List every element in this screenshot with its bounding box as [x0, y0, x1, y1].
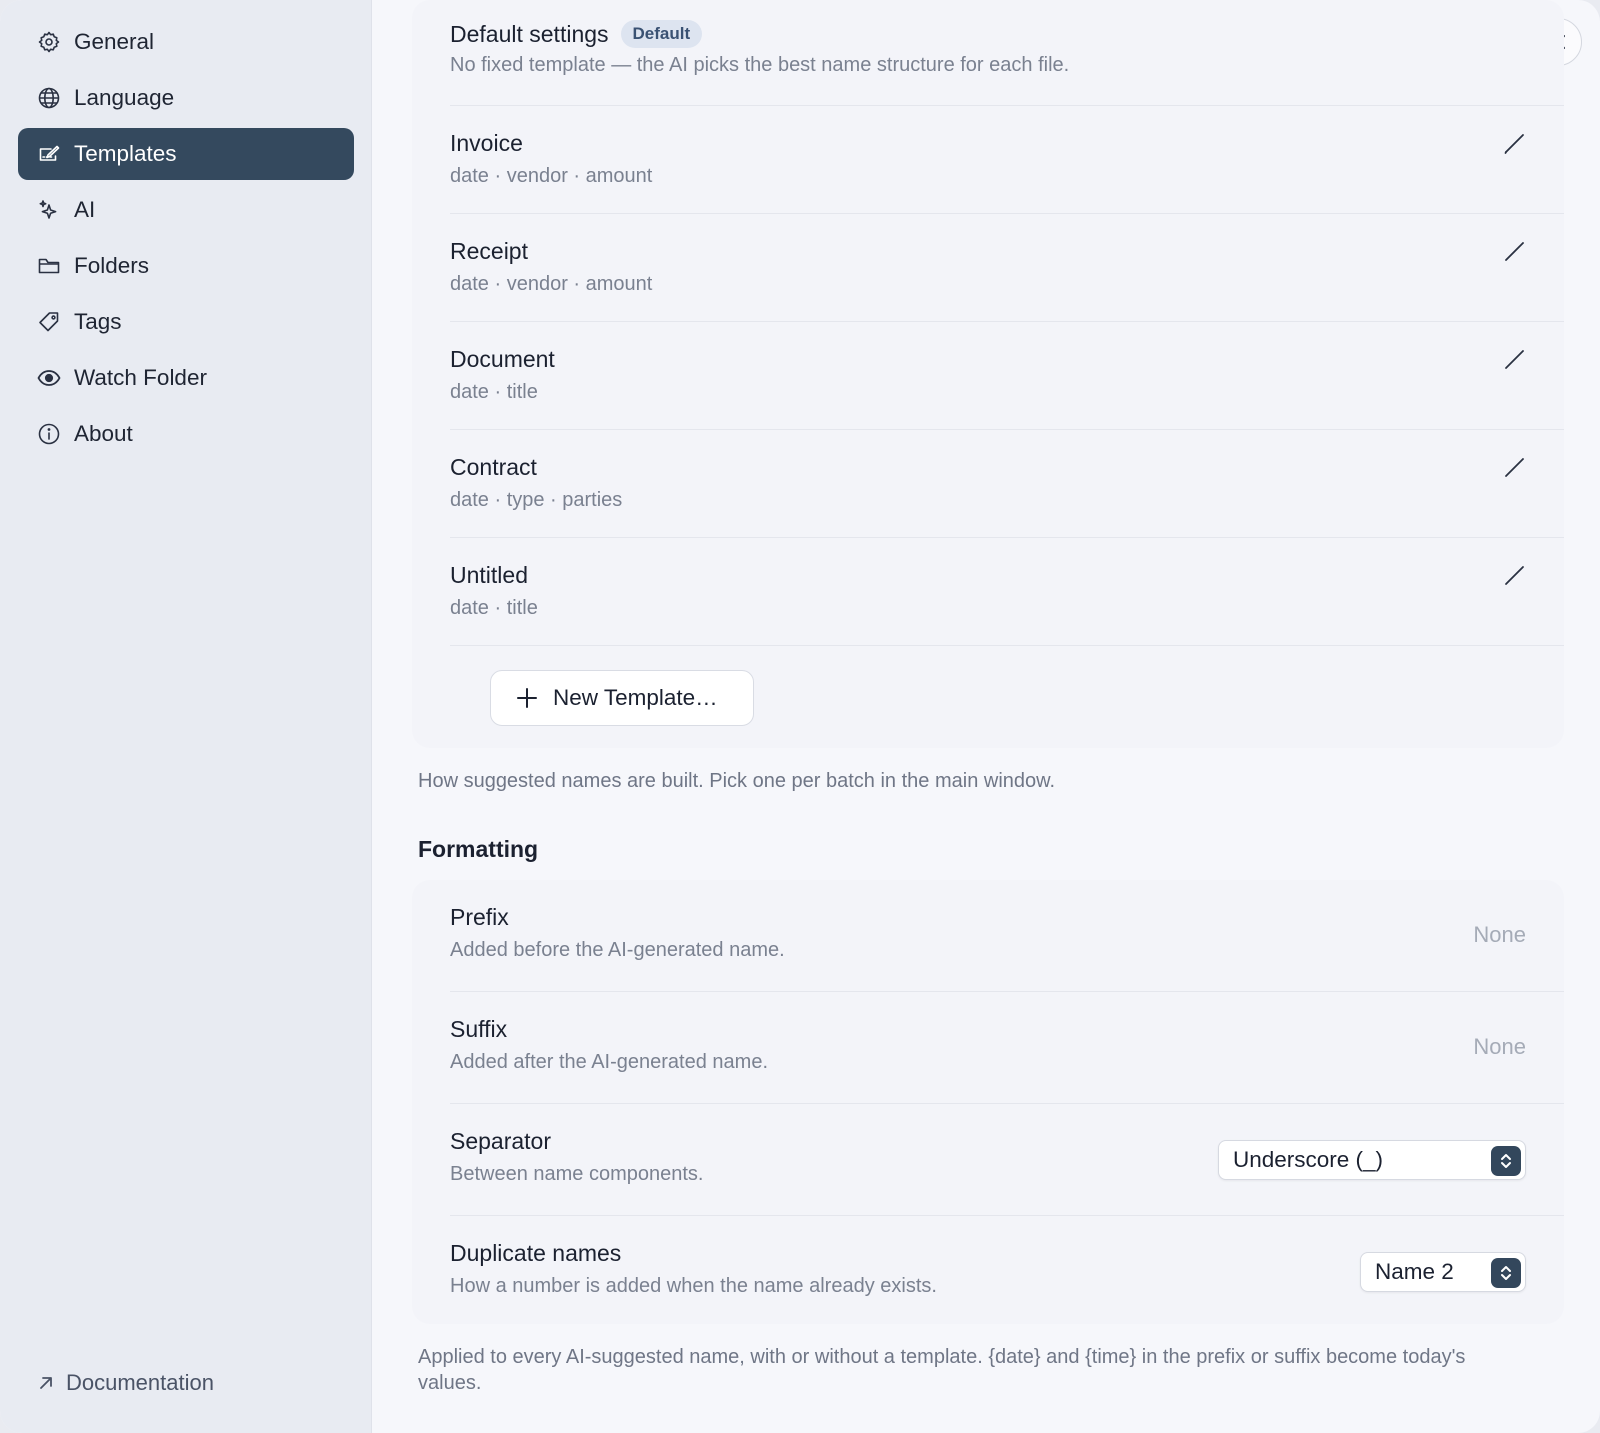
template-fields: date · title	[450, 597, 538, 619]
template-fields: date · type · parties	[450, 489, 623, 511]
sidebar: General Language Templates AI Folders Ta…	[0, 0, 372, 1433]
folder-icon	[36, 253, 62, 279]
sidebar-item-label: Templates	[74, 141, 177, 166]
formatting-card: Prefix Added before the AI-generated nam…	[412, 880, 1564, 1324]
separator-value: Underscore (_)	[1233, 1147, 1384, 1172]
info-icon	[36, 421, 62, 447]
sidebar-nav: General Language Templates AI Folders Ta…	[18, 16, 354, 464]
default-settings-description: No fixed template — the AI picks the bes…	[450, 54, 1070, 76]
documentation-label: Documentation	[66, 1370, 214, 1395]
duplicate-names-select[interactable]: Name 2	[1360, 1252, 1526, 1292]
new-template-button[interactable]: New Template…	[490, 670, 754, 726]
default-badge: Default	[620, 20, 703, 48]
plus-icon	[515, 686, 539, 710]
template-name: Contract	[450, 454, 537, 480]
formatting-caption: Applied to every AI-suggested name, with…	[418, 1346, 1466, 1394]
separator-select[interactable]: Underscore (_)	[1218, 1140, 1526, 1180]
edit-pencil-icon[interactable]	[1502, 454, 1528, 480]
default-settings-title: Default settings	[450, 21, 609, 47]
template-name: Untitled	[450, 562, 528, 588]
edit-pencil-icon[interactable]	[1502, 346, 1528, 372]
edit-pencil-icon[interactable]	[1502, 130, 1528, 156]
sidebar-item-about[interactable]: About	[18, 408, 354, 460]
templates-caption: How suggested names are built. Pick one …	[418, 770, 1056, 792]
separator-row: Separator Between name components. Under…	[450, 1104, 1564, 1216]
new-template-label: New Template…	[553, 685, 718, 710]
sidebar-item-language[interactable]: Language	[18, 72, 354, 124]
template-name: Document	[450, 346, 555, 372]
sidebar-item-folders[interactable]: Folders	[18, 240, 354, 292]
suffix-row: Suffix Added after the AI-generated name…	[450, 992, 1564, 1104]
template-fields: date · vendor · amount	[450, 273, 653, 295]
sidebar-item-watch-folder[interactable]: Watch Folder	[18, 352, 354, 404]
default-settings-row[interactable]: Default settings Default No fixed templat…	[450, 20, 1564, 106]
template-name: Invoice	[450, 130, 523, 156]
settings-window: General Language Templates AI Folders Ta…	[0, 0, 1600, 1433]
sidebar-item-label: Tags	[74, 309, 122, 334]
prefix-row: Prefix Added before the AI-generated nam…	[450, 880, 1564, 992]
duplicate-names-row: Duplicate names How a number is added wh…	[450, 1216, 1564, 1324]
sparkle-icon	[36, 197, 62, 223]
templates-icon	[36, 141, 62, 167]
edit-pencil-icon[interactable]	[1502, 238, 1528, 264]
sidebar-item-templates[interactable]: Templates	[18, 128, 354, 180]
tag-icon	[36, 309, 62, 335]
edit-pencil-icon[interactable]	[1502, 562, 1528, 588]
sidebar-item-label: General	[74, 29, 155, 54]
sidebar-item-ai[interactable]: AI	[18, 184, 354, 236]
template-name: Receipt	[450, 238, 528, 264]
suffix-input[interactable]: None	[1326, 1034, 1526, 1060]
templates-card: Default settings Default No fixed templat…	[412, 0, 1564, 748]
template-row-invoice[interactable]: Invoice date · vendor · amount	[450, 106, 1564, 214]
globe-icon	[36, 85, 62, 111]
template-fields: date · vendor · amount	[450, 165, 653, 187]
sidebar-item-label: Watch Folder	[74, 365, 207, 390]
template-row-receipt[interactable]: Receipt date · vendor · amount	[450, 214, 1564, 322]
gear-icon	[36, 29, 62, 55]
formatting-heading: Formatting	[418, 836, 539, 862]
default-settings-heading: Default settings Default	[450, 20, 1564, 48]
eye-icon	[36, 365, 62, 391]
prefix-input[interactable]: None	[1326, 922, 1526, 948]
sidebar-item-tags[interactable]: Tags	[18, 296, 354, 348]
main-content: Default settings Default No fixed templat…	[372, 0, 1600, 1433]
template-row-untitled[interactable]: Untitled date · title	[450, 538, 1564, 646]
sidebar-item-label: AI	[74, 197, 96, 222]
sidebar-item-label: About	[74, 421, 133, 446]
external-link-arrow-icon	[36, 1373, 56, 1393]
sidebar-item-label: Folders	[74, 253, 150, 278]
updown-chevron-icon	[1491, 1258, 1521, 1288]
template-row-contract[interactable]: Contract date · type · parties	[450, 430, 1564, 538]
sidebar-item-label: Language	[74, 85, 175, 110]
documentation-link[interactable]: Documentation	[36, 1370, 214, 1396]
updown-chevron-icon	[1491, 1146, 1521, 1176]
sidebar-item-general[interactable]: General	[18, 16, 354, 68]
template-row-document[interactable]: Document date · title	[450, 322, 1564, 430]
duplicate-names-value: Name 2	[1375, 1259, 1454, 1284]
template-fields: date · title	[450, 381, 538, 403]
